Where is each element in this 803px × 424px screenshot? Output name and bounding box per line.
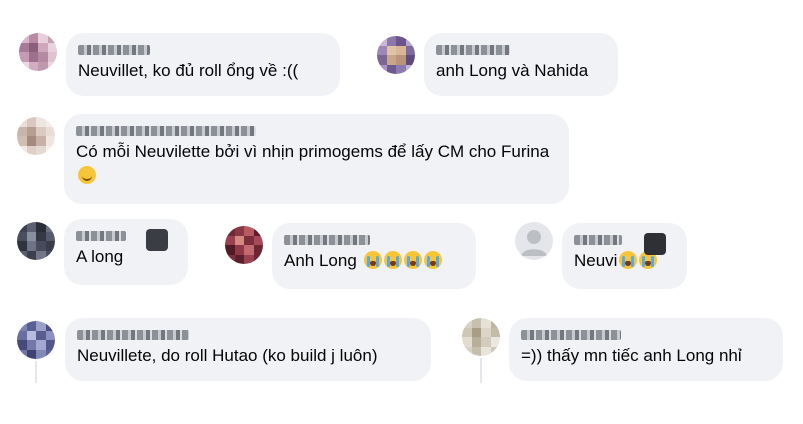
commenter-name[interactable] <box>76 231 126 241</box>
commenter-name[interactable] <box>574 235 622 245</box>
comment-bubble: Neuvi <box>562 223 687 289</box>
comment-text: Neuvillet, ko đủ roll ổng về :(( <box>78 61 299 80</box>
comment-text-content: Neuvi <box>574 251 618 270</box>
comment-bubble: Neuvillet, ko đủ roll ổng về :(( <box>66 33 340 96</box>
avatar[interactable] <box>17 321 55 359</box>
thread-line <box>35 361 37 383</box>
commenter-name[interactable] <box>436 45 510 55</box>
comment-text: anh Long và Nahida <box>436 61 589 80</box>
loudly-crying-face-icon <box>363 251 382 269</box>
loudly-crying-face-icon <box>619 251 638 269</box>
comment-bubble: Có mỗi Neuvilette bởi vì nhịn primogems … <box>64 114 569 204</box>
avatar[interactable] <box>17 117 55 155</box>
comment-text-content: Có mỗi Neuvilette bởi vì nhịn primogems … <box>76 142 550 161</box>
fan-badge-icon <box>644 233 666 255</box>
comment-text: Có mỗi Neuvilette bởi vì nhịn primogems … <box>76 140 557 188</box>
default-avatar-icon <box>521 230 547 256</box>
commenter-name[interactable] <box>284 235 370 245</box>
avatar[interactable] <box>225 226 263 264</box>
comment-text: Neuvillete, do roll Hutao (ko build j lu… <box>77 346 378 365</box>
loudly-crying-face-icon <box>383 251 402 269</box>
commenter-name[interactable] <box>76 126 256 136</box>
avatar[interactable] <box>377 36 415 74</box>
comment-bubble: anh Long và Nahida <box>424 33 618 96</box>
thread-line <box>480 358 482 383</box>
avatar[interactable] <box>17 222 55 260</box>
avatar[interactable] <box>462 318 500 356</box>
comment-text: Anh Long <box>284 249 464 273</box>
fan-badge-icon <box>146 229 168 251</box>
avatar[interactable] <box>515 222 553 260</box>
commenter-name[interactable] <box>77 330 189 340</box>
loudly-crying-face-icon <box>423 251 442 269</box>
avatar[interactable] <box>19 33 57 71</box>
comment-text-content: Anh Long <box>284 251 357 270</box>
commenter-name[interactable] <box>78 45 150 55</box>
slightly-smiling-face-icon <box>78 166 96 184</box>
comment-bubble: Neuvillete, do roll Hutao (ko build j lu… <box>65 318 431 381</box>
commenter-name[interactable] <box>521 330 621 340</box>
loudly-crying-face-icon <box>403 251 422 269</box>
comment-text: =)) thấy mn tiếc anh Long nhỉ <box>521 346 742 365</box>
comment-bubble: =)) thấy mn tiếc anh Long nhỉ <box>509 318 783 381</box>
comment-bubble: Anh Long <box>272 223 476 289</box>
comment-bubble: A long <box>64 219 188 285</box>
